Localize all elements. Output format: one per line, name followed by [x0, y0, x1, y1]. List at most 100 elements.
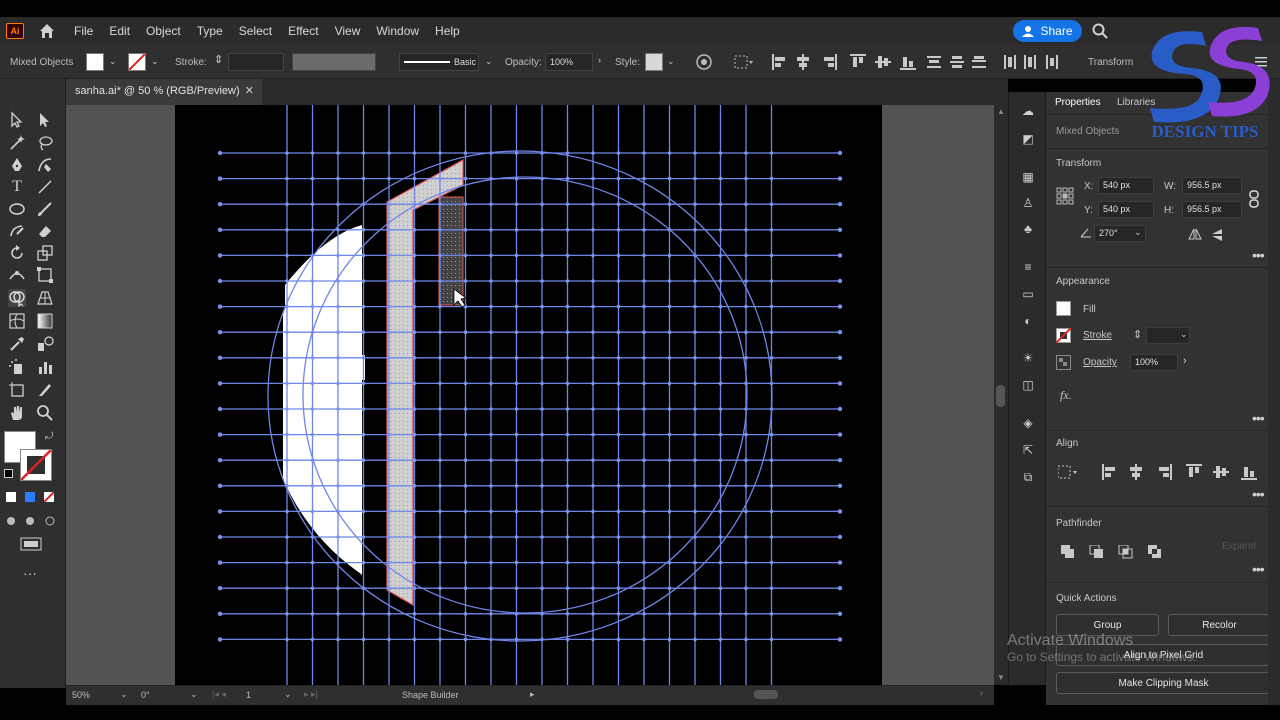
- graphic-styles-panel-icon[interactable]: ◫: [1019, 376, 1037, 394]
- opacity-link[interactable]: Opacity: [1083, 357, 1117, 368]
- artboard-number[interactable]: 1: [246, 690, 251, 700]
- opacity-arrow-icon[interactable]: ›: [1183, 355, 1187, 367]
- scale-tool-icon[interactable]: [36, 244, 54, 262]
- width-tool-icon[interactable]: [8, 266, 26, 284]
- appearance-fill-swatch[interactable]: [1056, 301, 1071, 316]
- horizontal-scrollbar[interactable]: ›: [548, 688, 988, 702]
- swatch-panel-icon[interactable]: ◩: [1019, 130, 1037, 148]
- direct-selection-tool-icon[interactable]: [36, 111, 54, 129]
- align-objects-icons[interactable]: [1058, 464, 1258, 480]
- appearance-stroke-swatch[interactable]: [1056, 328, 1071, 343]
- blend-tool-icon[interactable]: [36, 335, 54, 353]
- brush-dropdown-icon[interactable]: ⌄: [485, 56, 493, 67]
- recolor-artwork-icon[interactable]: [696, 54, 712, 70]
- curvature-tool-icon[interactable]: [36, 156, 54, 174]
- menu-edit[interactable]: Edit: [109, 24, 130, 38]
- zoom-level[interactable]: 50%: [72, 690, 90, 700]
- appearance-panel-icon[interactable]: ☀: [1019, 349, 1037, 367]
- none-mode-icon[interactable]: [44, 492, 54, 502]
- free-transform-tool-icon[interactable]: [36, 266, 54, 284]
- magic-wand-tool-icon[interactable]: [8, 134, 26, 152]
- opacity-field[interactable]: 100%: [545, 53, 593, 71]
- pathfinder-shape-mode-icons[interactable]: [1061, 545, 1171, 559]
- type-tool-icon[interactable]: T: [8, 178, 26, 196]
- stroke-link[interactable]: Stroke: [1083, 330, 1112, 341]
- expand-button[interactable]: Expand: [1222, 541, 1256, 552]
- menu-file[interactable]: File: [74, 24, 93, 38]
- flip-horizontal-icon[interactable]: [1188, 228, 1202, 240]
- highlighted-segment[interactable]: [438, 196, 464, 306]
- gradient-panel-icon[interactable]: ▭: [1019, 285, 1037, 303]
- hand-tool-icon[interactable]: [8, 404, 26, 422]
- line-segment-tool-icon[interactable]: [36, 178, 54, 196]
- stroke-weight-field[interactable]: [228, 53, 284, 71]
- artboards-panel-icon[interactable]: ⧉: [1019, 468, 1037, 486]
- status-menu-icon[interactable]: ▸: [530, 689, 535, 700]
- menu-effect[interactable]: Effect: [288, 24, 318, 38]
- opacity-arrow-icon[interactable]: ›: [598, 55, 601, 65]
- transform-label[interactable]: Transform: [1088, 57, 1133, 68]
- x-field[interactable]: 540 px: [1098, 177, 1154, 194]
- pen-tool-icon[interactable]: [8, 156, 26, 174]
- default-colors-icon[interactable]: [4, 469, 13, 478]
- vertical-scrollbar[interactable]: ▲ ▼: [994, 105, 1008, 685]
- zoom-dropdown-icon[interactable]: ⌄: [120, 689, 128, 700]
- stroke-weight-dropdown-icon[interactable]: ⌄: [1180, 329, 1188, 340]
- tab-properties[interactable]: Properties: [1055, 97, 1101, 108]
- gradient-mode-icon[interactable]: [25, 492, 35, 502]
- opacity-input[interactable]: 100%: [1130, 354, 1178, 371]
- selection-tool-icon[interactable]: [8, 111, 26, 129]
- layers-panel-icon[interactable]: ◈: [1019, 414, 1037, 432]
- symbol-club-icon[interactable]: ♣: [1019, 220, 1037, 238]
- document-tab[interactable]: sanha.ai* @ 50 % (RGB/Preview) ✕: [66, 79, 262, 105]
- fill-swatch[interactable]: [86, 53, 104, 71]
- edit-toolbar-more-icon[interactable]: ···: [23, 565, 37, 581]
- rotate-tool-icon[interactable]: [8, 244, 26, 262]
- opacity-checker-icon[interactable]: [1056, 355, 1071, 370]
- pathfinder-more-options-icon[interactable]: •••: [1252, 561, 1265, 577]
- height-field[interactable]: 956.5 px: [1182, 201, 1242, 218]
- fill-dropdown-icon[interactable]: ⌄: [109, 56, 117, 67]
- menu-help[interactable]: Help: [435, 24, 460, 38]
- zoom-tool-icon[interactable]: [36, 404, 54, 422]
- perspective-grid-tool-icon[interactable]: [36, 289, 54, 307]
- eyedropper-tool-icon[interactable]: [8, 335, 26, 353]
- symbol-sprayer-tool-icon[interactable]: [8, 358, 26, 376]
- first-artboard-icon[interactable]: |◂ ◂: [212, 689, 226, 700]
- align-to-icon[interactable]: [734, 55, 754, 69]
- fx-effects-button[interactable]: fx.: [1060, 388, 1072, 403]
- rotation-value[interactable]: 0°: [141, 690, 150, 700]
- menu-window[interactable]: Window: [376, 24, 419, 38]
- menu-type[interactable]: Type: [197, 24, 223, 38]
- width-field[interactable]: 956.5 px: [1182, 177, 1242, 194]
- lasso-tool-icon[interactable]: [36, 134, 54, 152]
- stroke-swatch[interactable]: [128, 53, 146, 71]
- column-graph-tool-icon[interactable]: [36, 358, 54, 376]
- align-buttons-icons[interactable]: [772, 54, 1062, 70]
- vertical-scroll-thumb[interactable]: [996, 385, 1005, 407]
- paintbrush-tool-icon[interactable]: [36, 200, 54, 218]
- menu-object[interactable]: Object: [146, 24, 181, 38]
- gradient-tool-icon[interactable]: [36, 312, 54, 330]
- stroke-weight-stepper[interactable]: ⇕: [214, 53, 223, 66]
- align-more-options-icon[interactable]: •••: [1252, 486, 1265, 502]
- reference-point-icon[interactable]: [1056, 187, 1074, 205]
- shaper-tool-icon[interactable]: [8, 222, 26, 240]
- symbols-panel-icon[interactable]: ▦: [1019, 168, 1037, 186]
- ellipse-tool-icon[interactable]: [8, 200, 26, 218]
- drawing-modes-icons[interactable]: [6, 515, 56, 527]
- share-button[interactable]: Share: [1013, 20, 1082, 42]
- flip-vertical-icon[interactable]: [1211, 228, 1223, 242]
- menu-select[interactable]: Select: [239, 24, 272, 38]
- rotation-dropdown-icon[interactable]: ⌄: [190, 689, 198, 700]
- make-clipping-mask-button[interactable]: Make Clipping Mask: [1056, 672, 1271, 694]
- stroke-dropdown-icon[interactable]: ⌄: [151, 56, 159, 67]
- y-field[interactable]: 540 px: [1098, 201, 1154, 218]
- menu-view[interactable]: View: [335, 24, 361, 38]
- artwork-canvas[interactable]: [175, 105, 882, 685]
- constrain-proportions-icon[interactable]: [1249, 190, 1259, 208]
- artboard-dropdown-icon[interactable]: ⌄: [284, 689, 292, 700]
- horizontal-scroll-thumb[interactable]: [754, 690, 778, 699]
- h-letter-shape[interactable]: [285, 225, 365, 575]
- transparency-panel-icon[interactable]: ◐: [1019, 312, 1037, 330]
